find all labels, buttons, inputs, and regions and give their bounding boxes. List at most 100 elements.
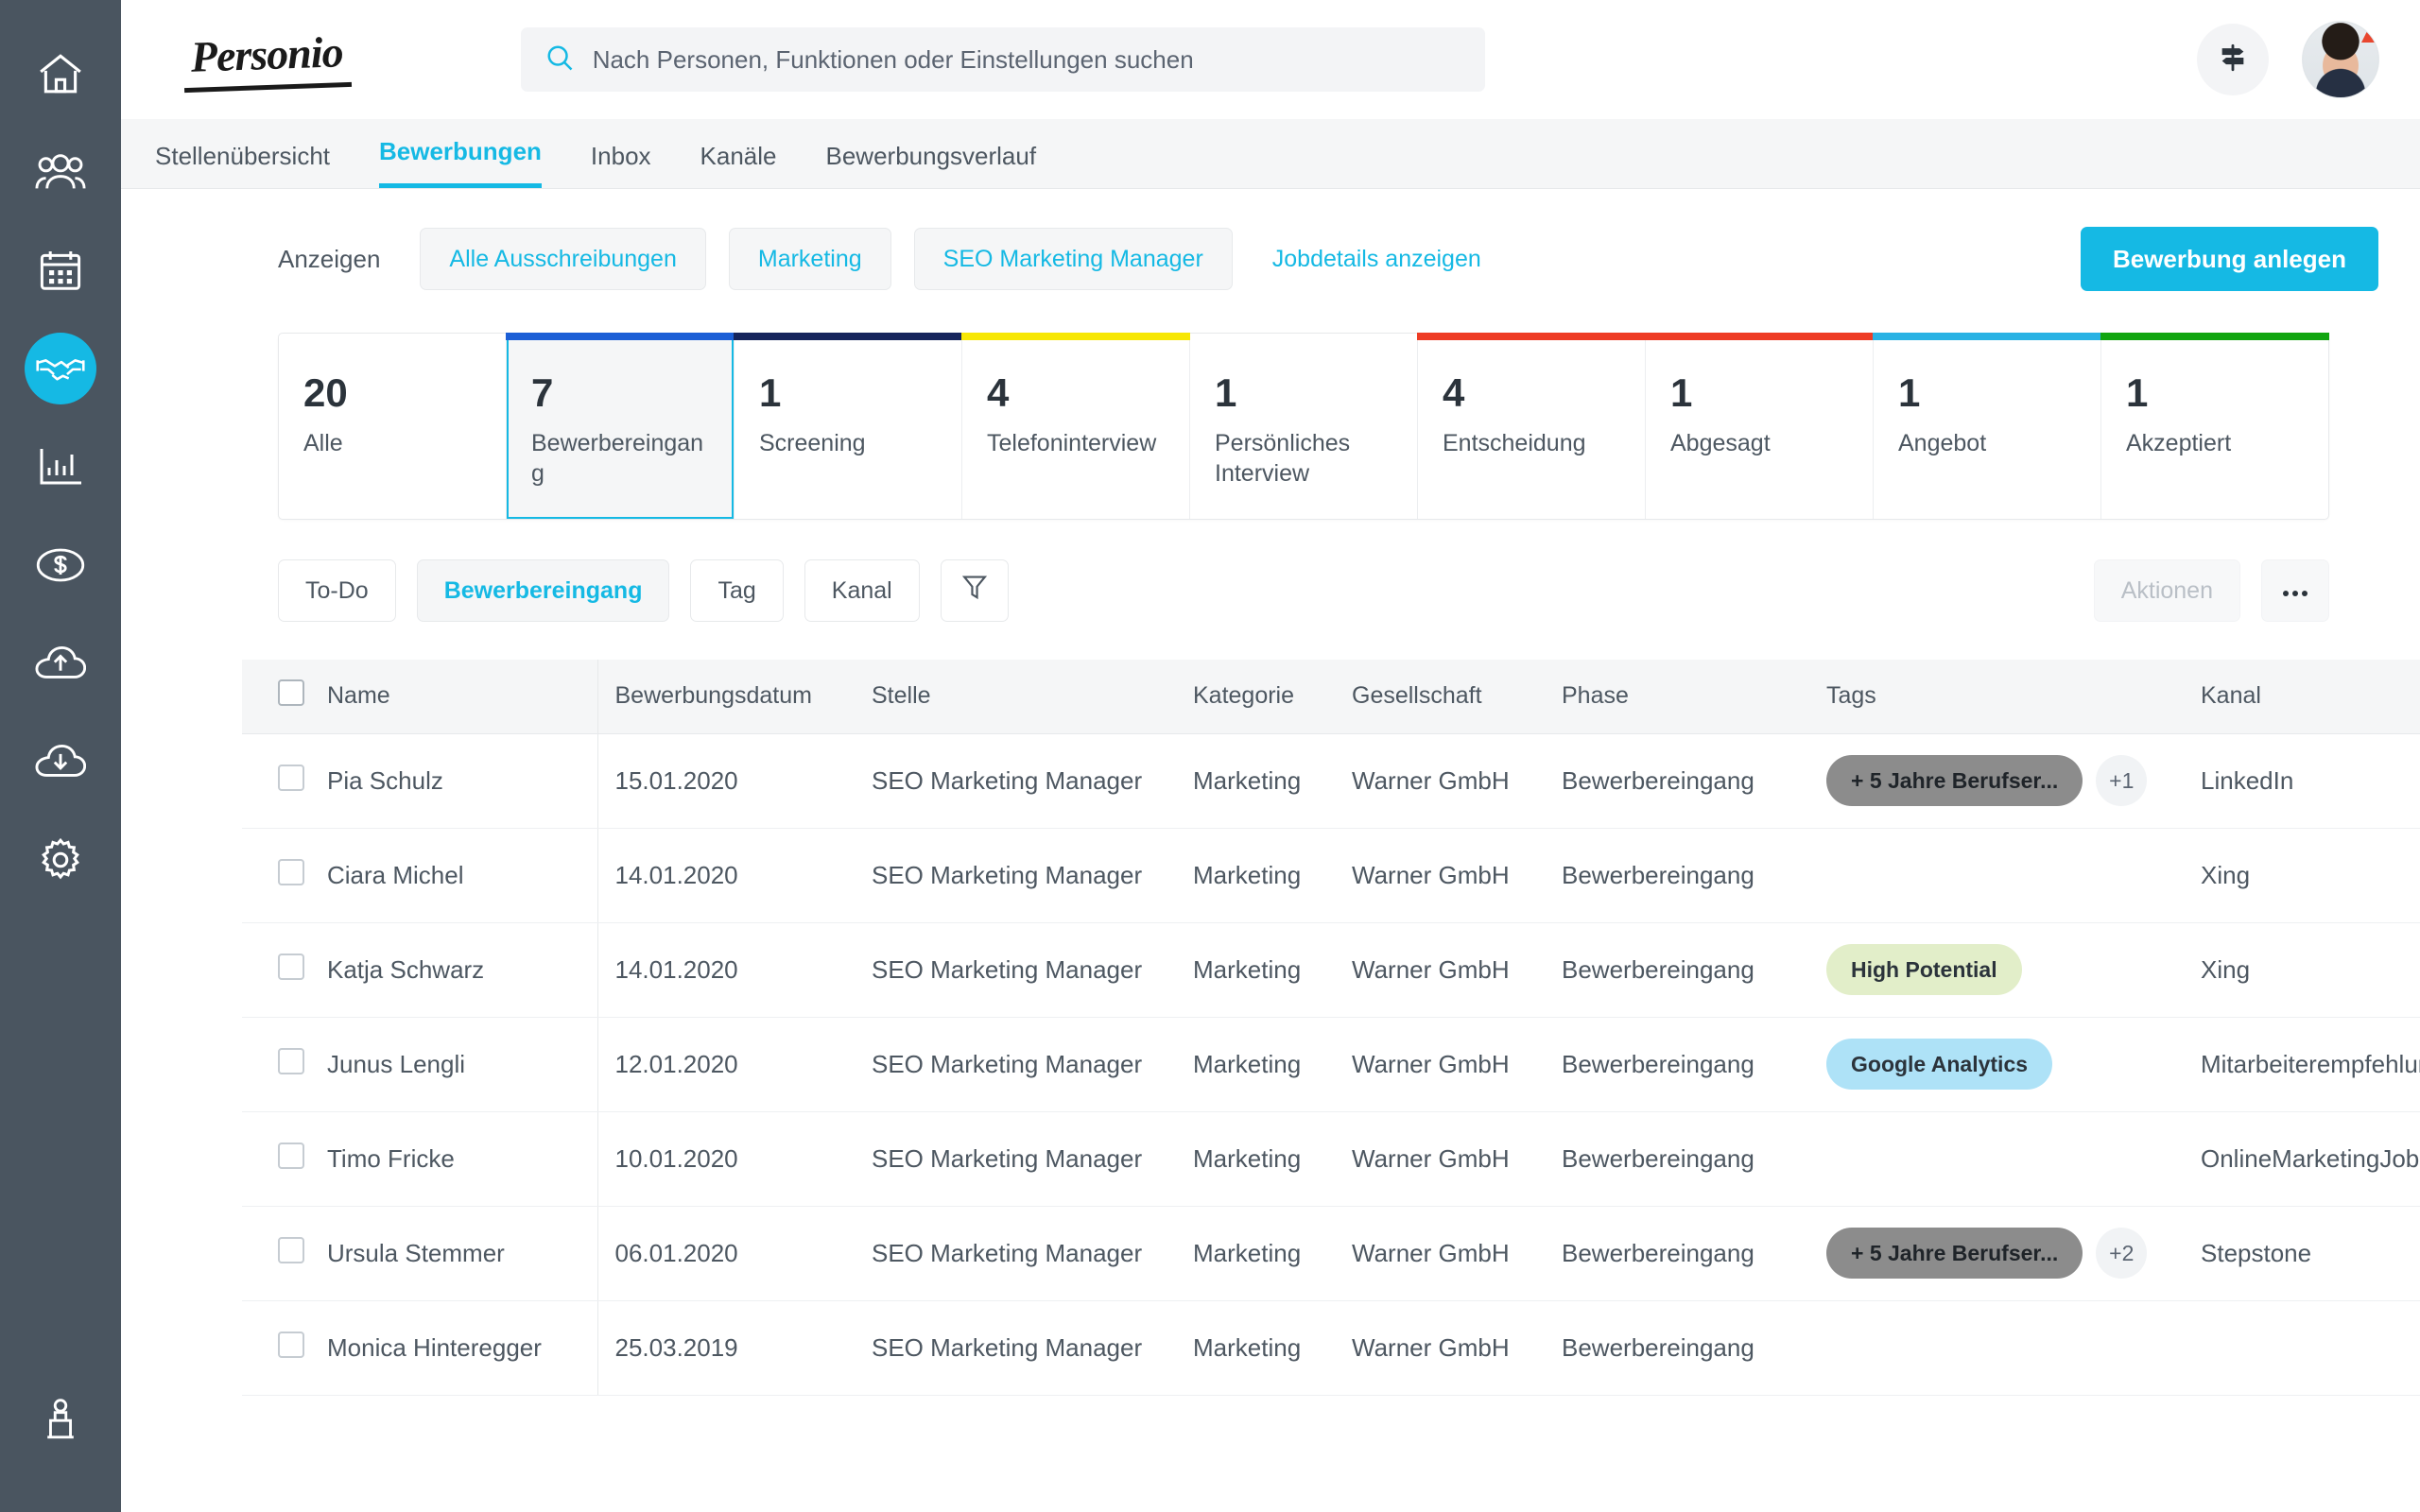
row-checkbox[interactable] [278,953,304,980]
more-options-button[interactable] [2261,559,2329,622]
stage-card-akzeptiert[interactable]: 1 Akzeptiert [2100,333,2329,519]
table-row[interactable]: Timo Fricke 10.01.2020 SEO Marketing Manag… [242,1111,2420,1207]
chip-bewerbereingang[interactable]: Bewerbereingang [416,559,670,622]
cell-name[interactable]: Pia Schulz [327,733,598,829]
stage-card-angebot[interactable]: 1 Angebot [1873,333,2101,519]
chip-todo[interactable]: To-Do [278,559,396,622]
tab-bewerbungsverlauf[interactable]: Bewerbungsverlauf [826,142,1037,188]
cell-name[interactable]: Timo Fricke [327,1111,598,1207]
personio-logo[interactable]: Personio [182,26,352,94]
display-filter-bar: Anzeigen Alle Ausschreibungen Marketing … [121,189,2420,291]
table-row[interactable]: Pia Schulz 15.01.2020 SEO Marketing Manage… [242,733,2420,829]
cell-tags [1826,828,2201,923]
cell-phase: Bewerbereingang [1562,922,1826,1018]
chip-kanal[interactable]: Kanal [804,559,920,622]
col-name[interactable]: Name [327,660,598,734]
tab-bewerbungen[interactable]: Bewerbungen [379,137,542,188]
filter-position-seo-marketing-manager[interactable]: SEO Marketing Manager [913,228,1233,290]
sidebar-item-home[interactable] [0,25,121,123]
sidebar-item-reports[interactable] [0,418,121,516]
sidebar-item-recruiting[interactable] [0,319,121,418]
sidebar-item-payroll[interactable] [0,516,121,614]
row-checkbox[interactable] [278,1142,304,1169]
tab-kanaele[interactable]: Kanäle [700,142,777,188]
col-tags[interactable]: Tags [1826,660,2201,734]
stage-card-telefoninterview[interactable]: 4 Telefoninterview [961,333,1190,519]
tag-overflow-badge[interactable]: +1 [2096,755,2148,806]
sidebar-item-settings[interactable] [0,811,121,909]
col-channel[interactable]: Kanal [2201,660,2420,734]
top-bar: Personio [121,0,2420,119]
filter-category-marketing[interactable]: Marketing [728,228,891,290]
stage-count: 1 [1215,370,1237,415]
sidebar-item-import[interactable] [0,614,121,713]
col-phase[interactable]: Phase [1562,660,1826,734]
table-actions: Aktionen [2093,559,2329,622]
tab-stellenuebersicht[interactable]: Stellenübersicht [155,142,330,188]
stage-card-bewerbereingang[interactable]: 7 Bewerbereingang [506,333,735,519]
stage-color-bar [961,333,1190,340]
stage-card-persoenliches-interview[interactable]: 1 Persönliches Interview [1190,334,1418,519]
stage-cards: 20 Alle 7 Bewerbereingang 1 Screening 4 … [278,333,2329,520]
col-company[interactable]: Gesellschaft [1352,660,1562,734]
row-checkbox[interactable] [278,1236,304,1263]
tab-inbox[interactable]: Inbox [591,142,651,188]
section-tabs: Stellenübersicht Bewerbungen Inbox Kanäl… [121,119,2420,189]
row-checkbox[interactable] [278,1331,304,1358]
cell-company: Warner GmbH [1352,1300,1562,1396]
row-checkbox[interactable] [278,858,304,885]
cell-category: Marketing [1193,922,1352,1018]
stage-card-entscheidung[interactable]: 4 Entscheidung [1417,333,1646,519]
row-checkbox[interactable] [278,1047,304,1074]
tag-overflow-badge[interactable]: +2 [2096,1228,2148,1279]
col-category[interactable]: Kategorie [1193,660,1352,734]
table-row[interactable]: Ciara Michel 14.01.2020 SEO Marketing Mana… [242,828,2420,923]
sidebar-item-export[interactable] [0,713,121,811]
stage-card-abgesagt[interactable]: 1 Abgesagt [1645,333,1874,519]
create-application-button[interactable]: Bewerbung anlegen [2080,227,2378,291]
stage-label: Persönliches Interview [1215,430,1351,487]
filter-funnel-button[interactable] [940,559,1009,622]
row-checkbox[interactable] [278,764,304,791]
cell-name[interactable]: Katja Schwarz [327,922,598,1018]
stage-card-alle[interactable]: 20 Alle [279,334,507,519]
actions-button[interactable]: Aktionen [2093,559,2240,622]
tag-list: Google Analytics [1826,1039,2201,1090]
stage-label: Akzeptiert [2126,430,2232,456]
cell-date: 12.01.2020 [597,1017,872,1112]
col-position[interactable]: Stelle [872,660,1193,734]
cell-name[interactable]: Junus Lengli [327,1017,598,1112]
cell-name[interactable]: Ciara Michel [327,828,598,923]
tag-pill[interactable]: + 5 Jahre Berufser... [1826,1228,2083,1279]
sidebar-item-employees[interactable] [0,123,121,221]
show-job-details-link[interactable]: Jobdetails anzeigen [1272,246,1481,273]
table-row[interactable]: Ursula Stemmer 06.01.2020 SEO Marketing Ma… [242,1206,2420,1301]
anzeigen-label: Anzeigen [278,244,381,273]
user-avatar[interactable] [2303,22,2378,97]
table-row[interactable]: Monica Hinteregger 25.03.2019 SEO Marketin… [242,1300,2420,1396]
stage-card-screening[interactable]: 1 Screening [734,333,962,519]
select-all-checkbox[interactable] [278,679,304,707]
table-row[interactable]: Katja Schwarz 14.01.2020 SEO Marketing Man… [242,922,2420,1018]
col-date[interactable]: Bewerbungsdatum [597,660,872,734]
cell-position: SEO Marketing Manager [872,828,1193,923]
table-row[interactable]: Junus Lengli 12.01.2020 SEO Marketing Mana… [242,1017,2420,1112]
tag-pill[interactable]: + 5 Jahre Berufser... [1826,755,2083,806]
search-input[interactable] [592,44,1461,75]
tag-pill[interactable]: Google Analytics [1826,1039,2053,1090]
filter-all-postings[interactable]: Alle Ausschreibungen [420,228,706,290]
cell-phase: Bewerbereingang [1562,1206,1826,1301]
stage-color-bar [506,333,735,340]
ellipsis-icon [2281,577,2309,605]
tag-list: + 5 Jahre Berufser... +2 [1826,1228,2201,1279]
sidebar-item-calendar[interactable] [0,221,121,319]
row-select-cell [242,1111,327,1207]
signpost-button[interactable] [2197,24,2269,95]
chip-tag[interactable]: Tag [690,559,784,622]
global-search[interactable] [520,27,1485,92]
cell-name[interactable]: Ursula Stemmer [327,1206,598,1301]
cell-name[interactable]: Monica Hinteregger [327,1300,598,1396]
sidebar-item-help[interactable] [0,1370,121,1469]
tag-pill[interactable]: High Potential [1826,944,2022,995]
cell-category: Marketing [1193,828,1352,923]
